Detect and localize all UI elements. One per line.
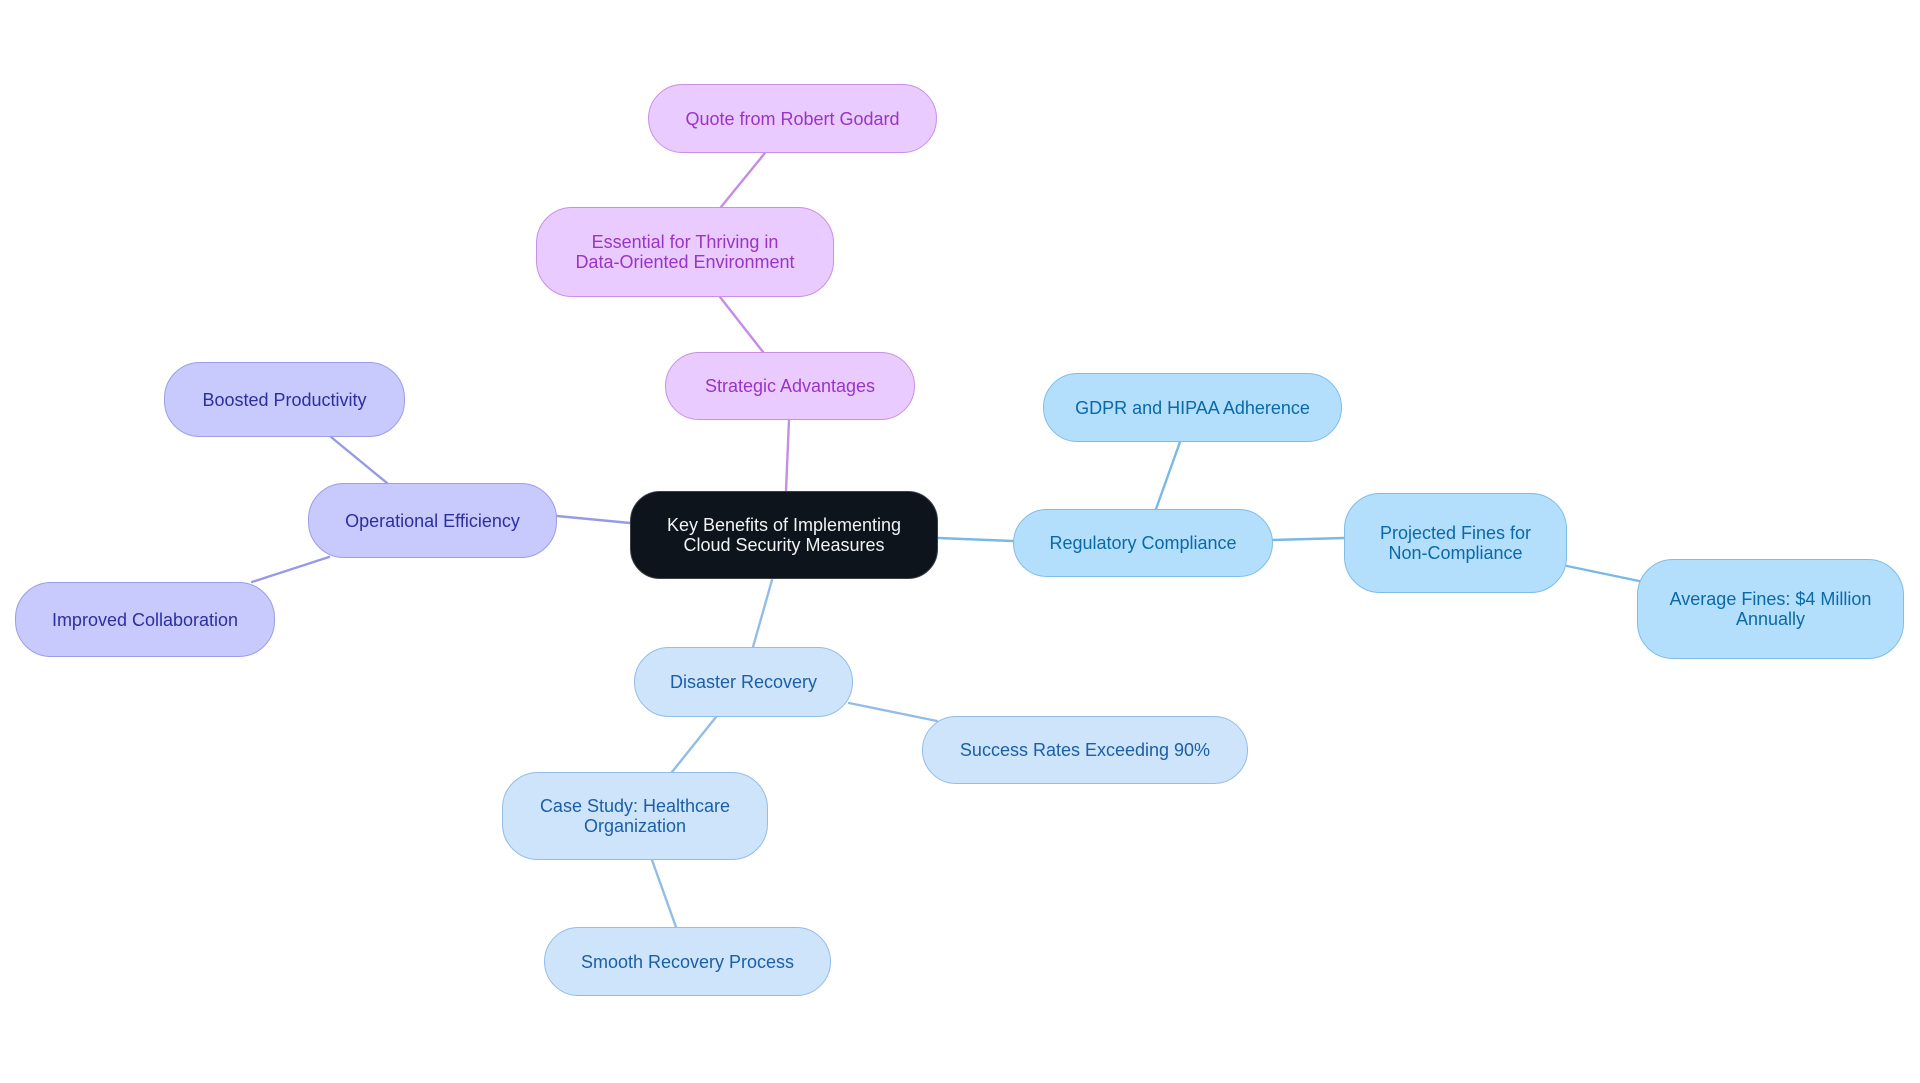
- node-average-fines[interactable]: Average Fines: $4 Million Annually: [1637, 559, 1904, 659]
- node-strategic-advantages[interactable]: Strategic Advantages: [665, 352, 915, 420]
- edge-operational-improved: [250, 555, 331, 584]
- edge-essential-quote: [719, 151, 767, 209]
- node-label: Strategic Advantages: [704, 376, 876, 396]
- edge-regulatory-gdpr: [1154, 440, 1182, 511]
- edge-regulatory-projected: [1271, 536, 1346, 542]
- edge-disaster-success: [847, 701, 939, 723]
- node-label: Essential for Thriving in Data-Oriented …: [575, 232, 795, 272]
- node-label: Case Study: Healthcare Organization: [539, 796, 731, 836]
- edge-strategic-essential: [718, 295, 765, 354]
- node-success-rates[interactable]: Success Rates Exceeding 90%: [922, 716, 1248, 784]
- node-label: Projected Fines for Non-Compliance: [1379, 523, 1532, 563]
- node-label: Regulatory Compliance: [1049, 533, 1237, 553]
- edge-disaster-casestudy: [670, 715, 718, 774]
- node-label: Improved Collaboration: [51, 609, 239, 630]
- edge-root-operational: [555, 514, 632, 525]
- node-label: Boosted Productivity: [202, 389, 367, 410]
- edge-root-regulatory: [936, 536, 1015, 543]
- node-label: Quote from Robert Godard: [685, 108, 900, 129]
- node-smooth-recovery[interactable]: Smooth Recovery Process: [544, 927, 831, 996]
- node-regulatory-compliance[interactable]: Regulatory Compliance: [1013, 509, 1273, 577]
- node-gdpr-hipaa-adherence[interactable]: GDPR and HIPAA Adherence: [1043, 373, 1342, 442]
- edge-operational-boosted: [329, 435, 389, 485]
- node-case-study-healthcare[interactable]: Case Study: Healthcare Organization: [502, 772, 768, 860]
- root-node-label: Key Benefits of Implementing Cloud Secur…: [666, 515, 902, 555]
- root-node[interactable]: Key Benefits of Implementing Cloud Secur…: [630, 491, 938, 579]
- node-boosted-productivity[interactable]: Boosted Productivity: [164, 362, 405, 437]
- node-projected-fines[interactable]: Projected Fines for Non-Compliance: [1344, 493, 1567, 593]
- edge-projected-average: [1565, 564, 1641, 583]
- node-label: Operational Efficiency: [345, 510, 520, 531]
- node-label: Average Fines: $4 Million Annually: [1669, 589, 1872, 629]
- node-disaster-recovery[interactable]: Disaster Recovery: [634, 647, 853, 717]
- node-quote-robert-godard[interactable]: Quote from Robert Godard: [648, 84, 937, 153]
- edge-casestudy-smooth: [650, 858, 678, 929]
- node-essential-for-thriving[interactable]: Essential for Thriving in Data-Oriented …: [536, 207, 834, 297]
- node-label: Smooth Recovery Process: [580, 951, 795, 972]
- node-label: GDPR and HIPAA Adherence: [1075, 397, 1310, 418]
- node-improved-collaboration[interactable]: Improved Collaboration: [15, 582, 275, 657]
- node-label: Disaster Recovery: [669, 672, 818, 692]
- mindmap-canvas: Key Benefits of Implementing Cloud Secur…: [0, 0, 1920, 1083]
- node-operational-efficiency[interactable]: Operational Efficiency: [308, 483, 557, 558]
- mindmap-edges: [250, 151, 1641, 929]
- node-label: Success Rates Exceeding 90%: [959, 740, 1211, 760]
- edge-root-strategic: [784, 418, 791, 493]
- edge-root-disaster: [751, 578, 774, 649]
